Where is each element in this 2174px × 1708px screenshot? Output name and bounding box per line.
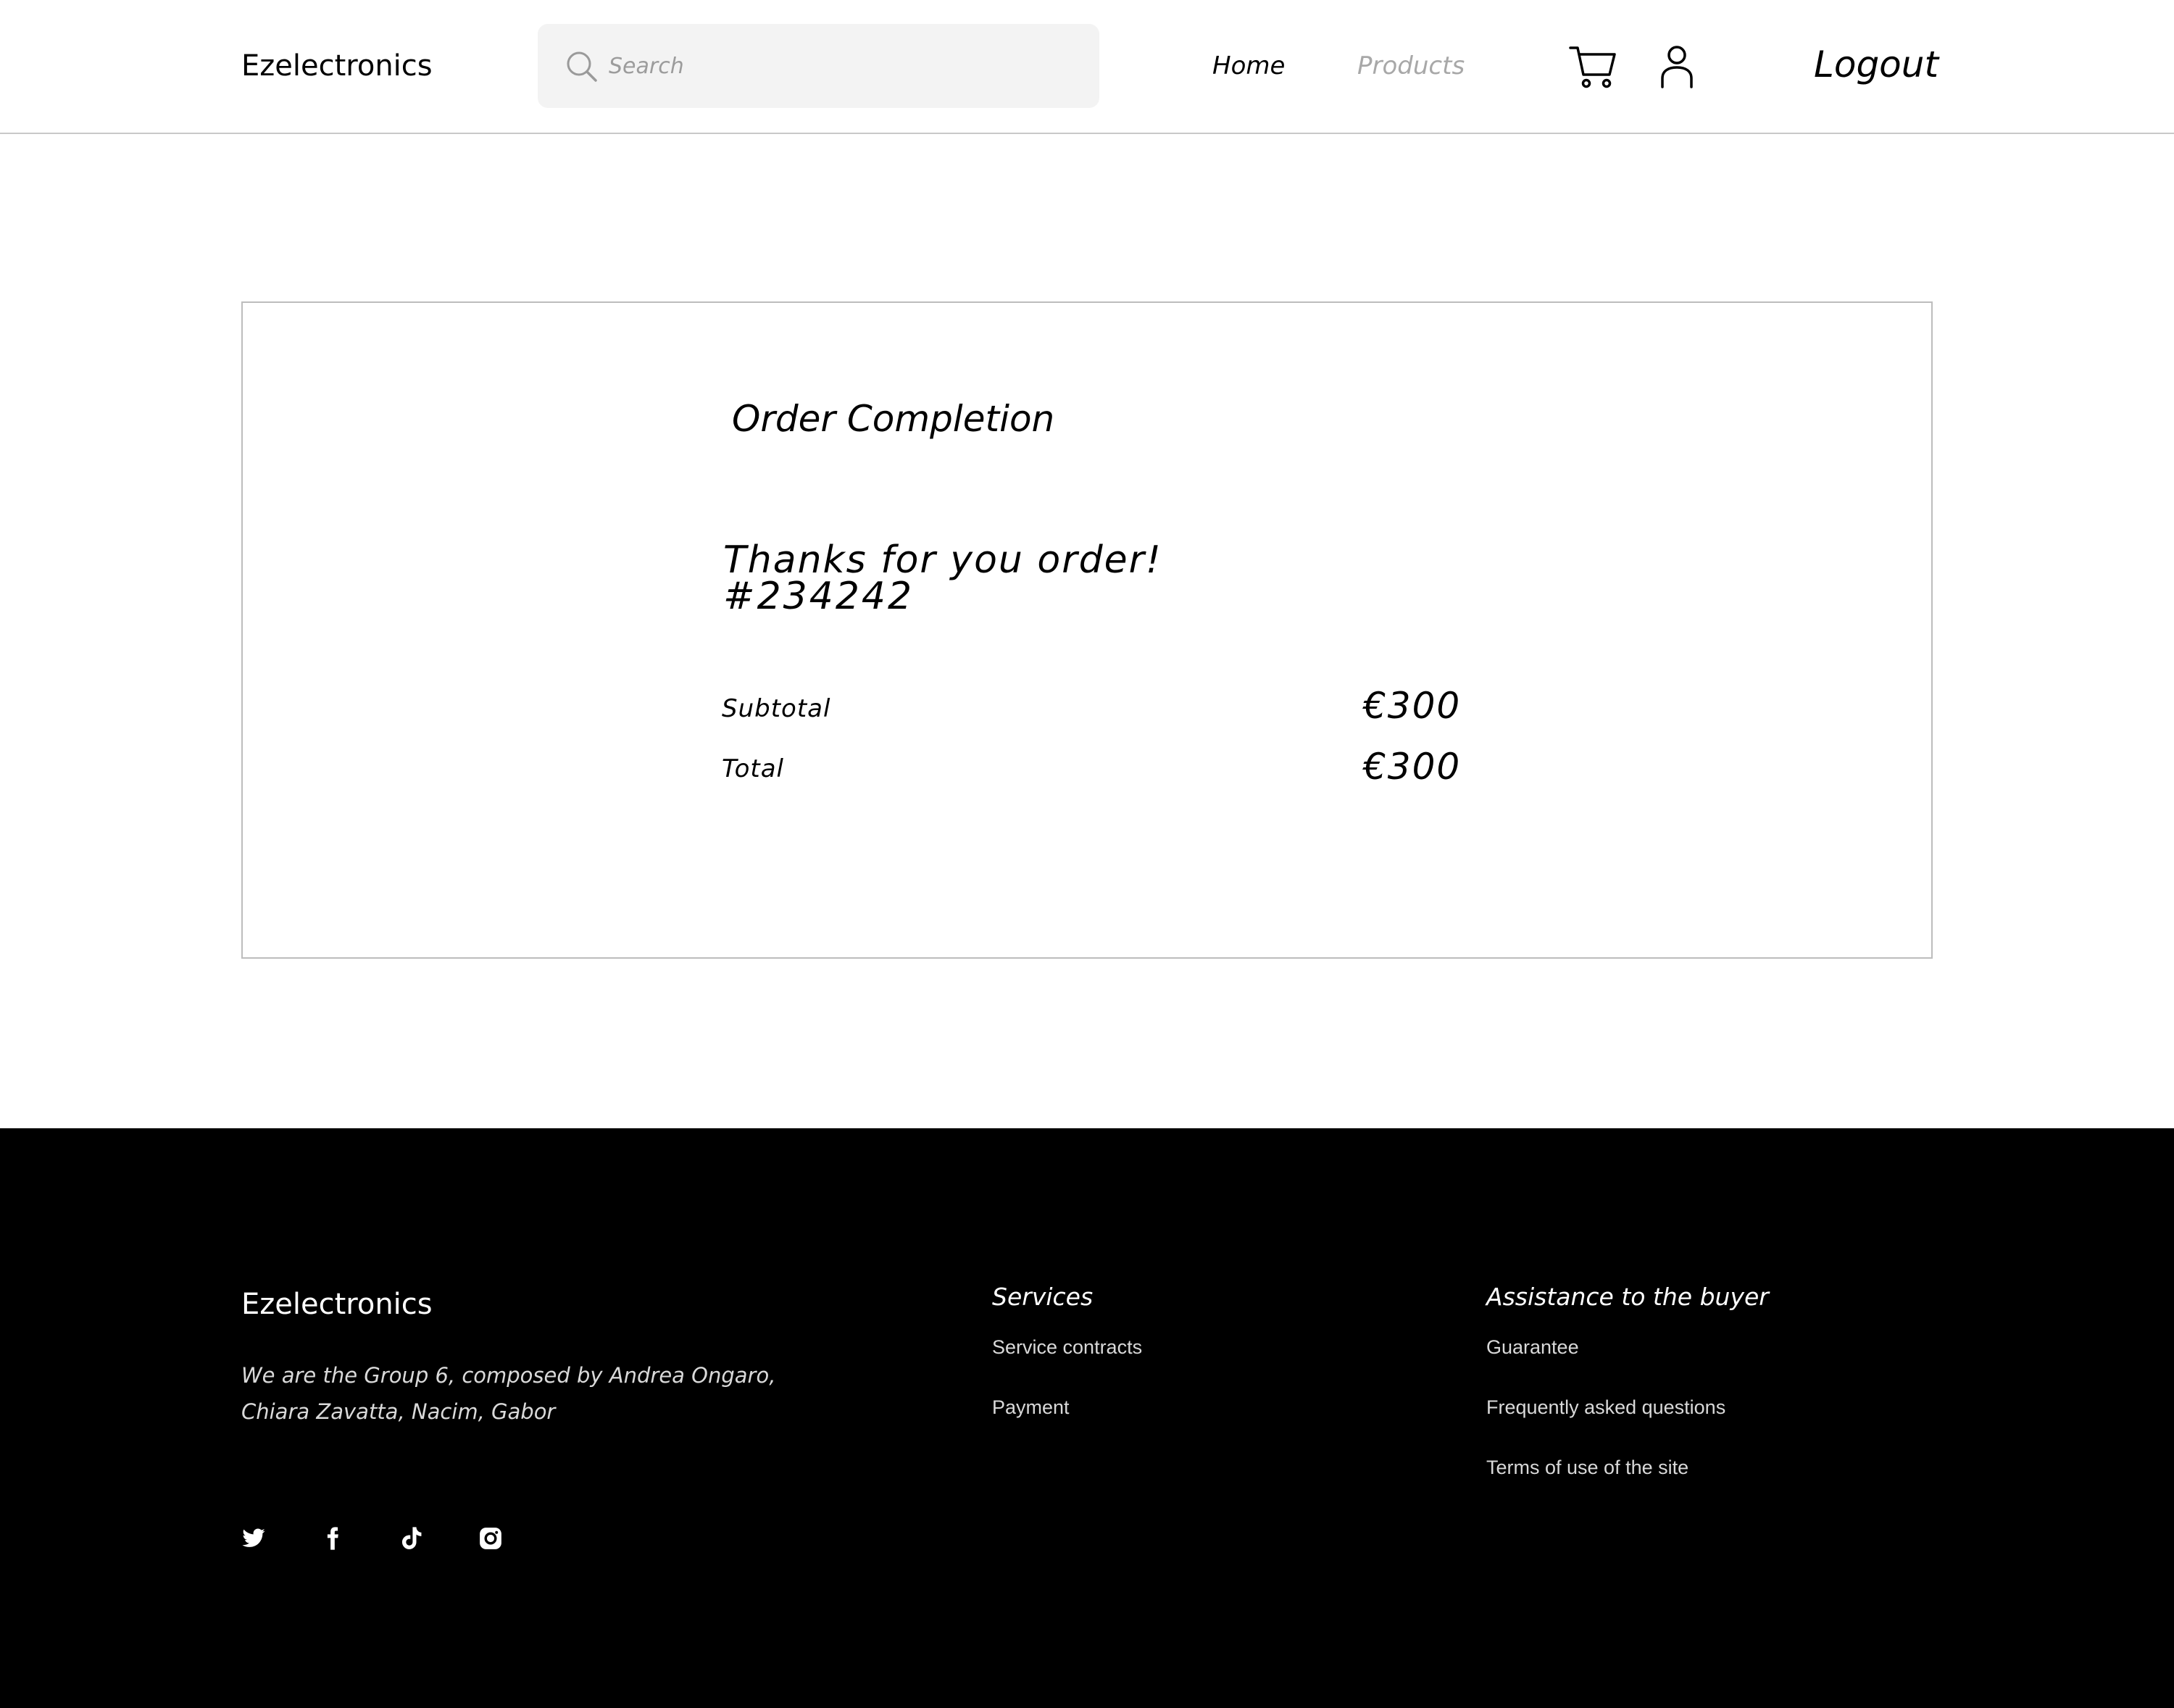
twitter-icon[interactable] <box>241 1526 266 1551</box>
nav-products-link[interactable]: Products <box>1357 49 1465 83</box>
assistance-heading: Assistance to the buyer <box>1486 1283 1769 1311</box>
terms-link[interactable]: Terms of use of the site <box>1486 1454 1688 1480</box>
footer-about-text: We are the Group 6, composed by Andrea O… <box>241 1363 776 1424</box>
instagram-icon[interactable] <box>478 1526 503 1551</box>
brand-logo[interactable]: Ezelectronics <box>241 48 433 84</box>
page-title: Order Completion <box>732 398 1055 440</box>
site-footer: Ezelectronics We are the Group 6, compos… <box>0 1128 2174 1708</box>
services-heading: Services <box>992 1283 1094 1311</box>
subtotal-label: Subtotal <box>722 694 831 723</box>
footer-brand: Ezelectronics <box>241 1288 433 1321</box>
footer-services-column: Services Service contracts Payment <box>992 1280 1142 1418</box>
total-label: Total <box>722 754 784 783</box>
logout-button[interactable]: Logout <box>1814 42 1938 87</box>
faq-link[interactable]: Frequently asked questions <box>1486 1394 1725 1420</box>
total-value: €300 <box>1363 746 1462 788</box>
service-contracts-link[interactable]: Service contracts <box>992 1334 1142 1360</box>
subtotal-value: €300 <box>1363 685 1462 727</box>
cart-icon[interactable] <box>1569 44 1617 89</box>
guarantee-link[interactable]: Guarantee <box>1486 1334 1579 1360</box>
search-input[interactable] <box>609 46 1073 86</box>
top-header: Ezelectronics Home Products Logout <box>0 0 2174 134</box>
facebook-icon[interactable] <box>320 1526 345 1551</box>
order-number: #234242 <box>723 575 915 618</box>
payment-link[interactable]: Payment <box>992 1394 1070 1420</box>
user-icon[interactable] <box>1659 45 1694 88</box>
nav-home-link[interactable]: Home <box>1212 49 1285 83</box>
search-bar[interactable] <box>538 24 1099 108</box>
tiktok-icon[interactable] <box>399 1526 424 1551</box>
footer-assistance-column: Assistance to the buyer Guarantee Freque… <box>1486 1280 1769 1478</box>
order-completion-card: Order Completion Thanks for you order! #… <box>241 301 1933 959</box>
thanks-message: Thanks for you order! <box>723 538 1162 582</box>
search-icon[interactable] <box>565 50 599 83</box>
